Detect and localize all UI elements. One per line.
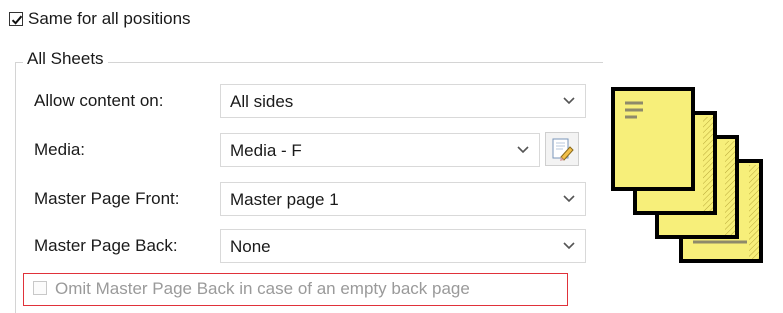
chevron-down-icon [563,242,575,250]
master-page-back-select[interactable]: None [220,229,586,263]
all-sheets-legend: All Sheets [23,49,108,69]
master-page-back-value: None [230,237,271,256]
chevron-down-icon [563,97,575,105]
same-for-all-positions-label[interactable]: Same for all positions [28,9,191,29]
master-page-front-label: Master Page Front: [34,189,180,208]
same-for-all-positions-checkbox[interactable] [9,12,23,26]
stacked-sheets-icon [611,87,763,263]
edit-media-icon [552,138,574,161]
edit-media-button[interactable] [545,132,579,166]
chevron-down-icon [517,146,529,154]
media-label: Media: [34,140,86,159]
omit-master-page-back-label[interactable]: Omit Master Page Back in case of an empt… [55,279,470,299]
allow-content-value: All sides [230,92,294,111]
allow-content-select[interactable]: All sides [220,84,586,118]
checkmark-icon [11,15,23,25]
chevron-down-icon [563,195,575,203]
omit-master-page-back-checkbox[interactable] [33,281,47,295]
master-page-front-select[interactable]: Master page 1 [220,182,586,216]
master-page-back-label: Master Page Back: [34,236,178,255]
allow-content-label: Allow content on: [34,91,164,110]
media-select[interactable]: Media - F [220,133,540,167]
master-page-front-value: Master page 1 [230,190,339,209]
media-value: Media - F [230,141,302,160]
sheet-1 [611,87,695,191]
